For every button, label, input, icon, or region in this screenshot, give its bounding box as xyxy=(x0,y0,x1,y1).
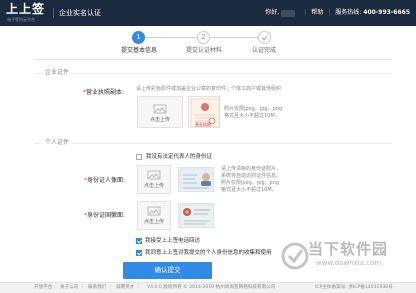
id-card-front-graphic xyxy=(179,168,213,191)
footer-link-about[interactable]: 关于公司 xyxy=(60,283,78,293)
id-front-label: *身份证人像面: xyxy=(84,177,126,184)
phone-callback-checkbox[interactable] xyxy=(136,238,142,244)
license-sample-image: 营业执照 xyxy=(188,96,220,128)
footer-separator: | xyxy=(110,285,112,290)
watermark-url: www.downxia.com xyxy=(316,259,382,267)
user-name[interactable] xyxy=(281,9,296,17)
step-2-label: 提交认证材料 xyxy=(186,47,223,54)
id-photo-hint: 请上传清晰的身份证照片， 系统将自动识别证件信息。 照片仅限jpeg、jpg、p… xyxy=(221,166,282,193)
logo: 上上签 xyxy=(6,2,46,16)
step-connector xyxy=(208,37,264,38)
footer-link-careers[interactable]: 诚聘英才 xyxy=(116,283,134,293)
no-id-checkbox[interactable] xyxy=(136,154,142,160)
step-1-indicator: 1 xyxy=(132,31,145,44)
upload-text: 点击上传 xyxy=(143,219,164,225)
logo-subtitle: 电子签约云平台 xyxy=(7,17,35,22)
image-icon xyxy=(153,104,167,114)
header-divider xyxy=(53,8,54,18)
header-separator: | xyxy=(304,9,307,16)
check-icon xyxy=(261,35,268,41)
service-label: 服务热线: xyxy=(335,9,362,16)
image-icon xyxy=(147,170,161,180)
personal-section-title: 个人证件 xyxy=(45,139,70,146)
help-link[interactable]: 帮助 xyxy=(311,8,323,18)
id-back-upload-button[interactable]: 点击上传 xyxy=(137,201,171,230)
page-title: 企业实名认证 xyxy=(59,9,101,17)
step-2-indicator: 2 xyxy=(197,31,210,44)
step-connector xyxy=(140,37,198,38)
footer-separator: | xyxy=(138,285,140,290)
enterprise-section-title: 企业证件 xyxy=(45,69,70,76)
section-divider xyxy=(34,73,42,74)
upload-text: 点击上传 xyxy=(143,183,164,189)
id-front-upload-button[interactable]: 点击上传 xyxy=(137,165,171,194)
progress-steps: 1 2 提交基本信息 提交认证材料 认证完成 xyxy=(0,26,416,60)
steps-divider xyxy=(34,59,392,60)
id-front-sample-image xyxy=(178,167,214,192)
header-user-area: 你好, | 帮助 | 服务热线: 400-993-6665 xyxy=(265,8,410,18)
upload-text: 点击上传 xyxy=(149,117,170,123)
watermark-text: 当下软件园 xyxy=(308,240,389,258)
footer-separator: | xyxy=(54,285,56,290)
footer-link-open-platform[interactable]: 开放平台 xyxy=(34,283,52,293)
step-1-label: 提交基本信息 xyxy=(121,47,158,54)
footer-separator: | xyxy=(82,285,84,290)
footer-copyright: V4.0.0 版权所有 © 2014-2019 杭州尚尚签网络科技有限公司 xyxy=(147,285,276,290)
id-back-label: *身份证国徽面: xyxy=(84,212,126,219)
section-divider xyxy=(34,143,42,144)
id-back-sample-image xyxy=(178,203,214,228)
top-header: 上上签 电子签约云平台 企业实名认证 你好, | 帮助 | 服务热线: 400-… xyxy=(0,0,416,26)
step-3-label: 认证完成 xyxy=(252,47,277,54)
license-format-hint: 照片仅限jpeg、jpg、png 格式且大小不超过10M。 xyxy=(224,106,283,119)
image-icon xyxy=(147,206,161,216)
license-label: *营业执照副本: xyxy=(83,89,125,96)
header-separator: | xyxy=(328,9,331,16)
sample-caption: 营业执照 xyxy=(195,122,211,127)
footer-link-contact[interactable]: 联系我们 xyxy=(88,283,106,293)
greeting-text: 你好, xyxy=(265,9,280,16)
privacy-consent-label: 我同意上上签对我提交的个人身份信息的收集和使用 xyxy=(145,250,272,256)
license-upload-button[interactable]: 点击上传 xyxy=(137,96,183,128)
page-footer: 开放平台 | 关于公司 | 联系我们 | 诚聘英才 | V4.0.0 版权所有 … xyxy=(0,282,416,293)
section-divider xyxy=(72,143,392,144)
footer-icp: ICP主体备案号: 浙ICP备14031930号 xyxy=(315,285,393,290)
id-card-back-graphic xyxy=(179,204,213,227)
service-phone: 400-993-6665 xyxy=(363,9,410,16)
privacy-consent-checkbox[interactable] xyxy=(136,250,142,256)
license-hint: 请上传彩色原件或加盖企业公章的复印件；个体工商户或其他组织 xyxy=(136,86,282,92)
submit-button[interactable]: 确认提交 xyxy=(123,262,212,279)
step-3-indicator xyxy=(258,31,271,44)
phone-callback-label: 我接受上上签电话回访 xyxy=(145,238,201,244)
no-id-label: 我没有法定代表人的身份证 xyxy=(146,154,213,160)
section-divider xyxy=(72,73,392,74)
